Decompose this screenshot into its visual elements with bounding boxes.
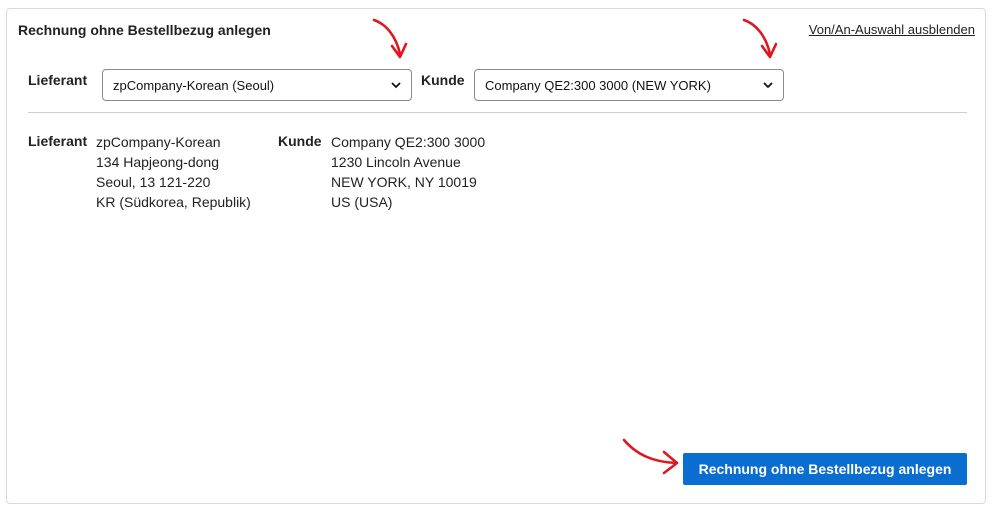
chevron-down-icon	[391, 80, 401, 90]
address-line: Seoul, 13 121-220	[96, 174, 211, 190]
annotation-arrow-icon	[742, 18, 778, 59]
supplier-select[interactable]: zpCompany-Korean (Seoul)	[102, 69, 412, 101]
invoice-panel: Rechnung ohne Bestellbezug anlegen Von/A…	[6, 8, 986, 504]
supplier-select-value: zpCompany-Korean (Seoul)	[113, 77, 275, 93]
supplier-select-label: Lieferant	[28, 72, 88, 88]
annotation-arrow-icon	[372, 18, 408, 59]
address-line: KR (Südkorea, Republik)	[96, 194, 251, 210]
address-line: 134 Hapjeong-dong	[96, 154, 219, 170]
create-invoice-button[interactable]: Rechnung ohne Bestellbezug anlegen	[683, 453, 967, 485]
customer-select[interactable]: Company QE2:300 3000 (NEW YORK)	[474, 69, 784, 101]
address-line: Company QE2:300 3000	[331, 134, 486, 150]
customer-select-value: Company QE2:300 3000 (NEW YORK)	[485, 77, 711, 93]
hide-selection-link[interactable]: Von/An-Auswahl ausblenden	[809, 22, 975, 37]
annotation-arrow-icon	[622, 438, 679, 475]
customer-address: Company QE2:300 3000 1230 Lincoln Avenue…	[331, 132, 485, 212]
address-line: US (USA)	[331, 194, 393, 210]
supplier-address: zpCompany-Korean 134 Hapjeong-dong Seoul…	[96, 132, 251, 212]
section-divider	[28, 112, 967, 113]
chevron-down-icon	[763, 80, 773, 90]
address-line: NEW YORK, NY 10019	[331, 174, 477, 190]
address-line: 1230 Lincoln Avenue	[331, 154, 461, 170]
supplier-address-label: Lieferant	[28, 133, 88, 149]
address-line: zpCompany-Korean	[96, 134, 221, 150]
customer-select-label: Kunde	[421, 72, 465, 88]
panel-title: Rechnung ohne Bestellbezug anlegen	[18, 22, 271, 38]
customer-address-label: Kunde	[278, 133, 322, 149]
